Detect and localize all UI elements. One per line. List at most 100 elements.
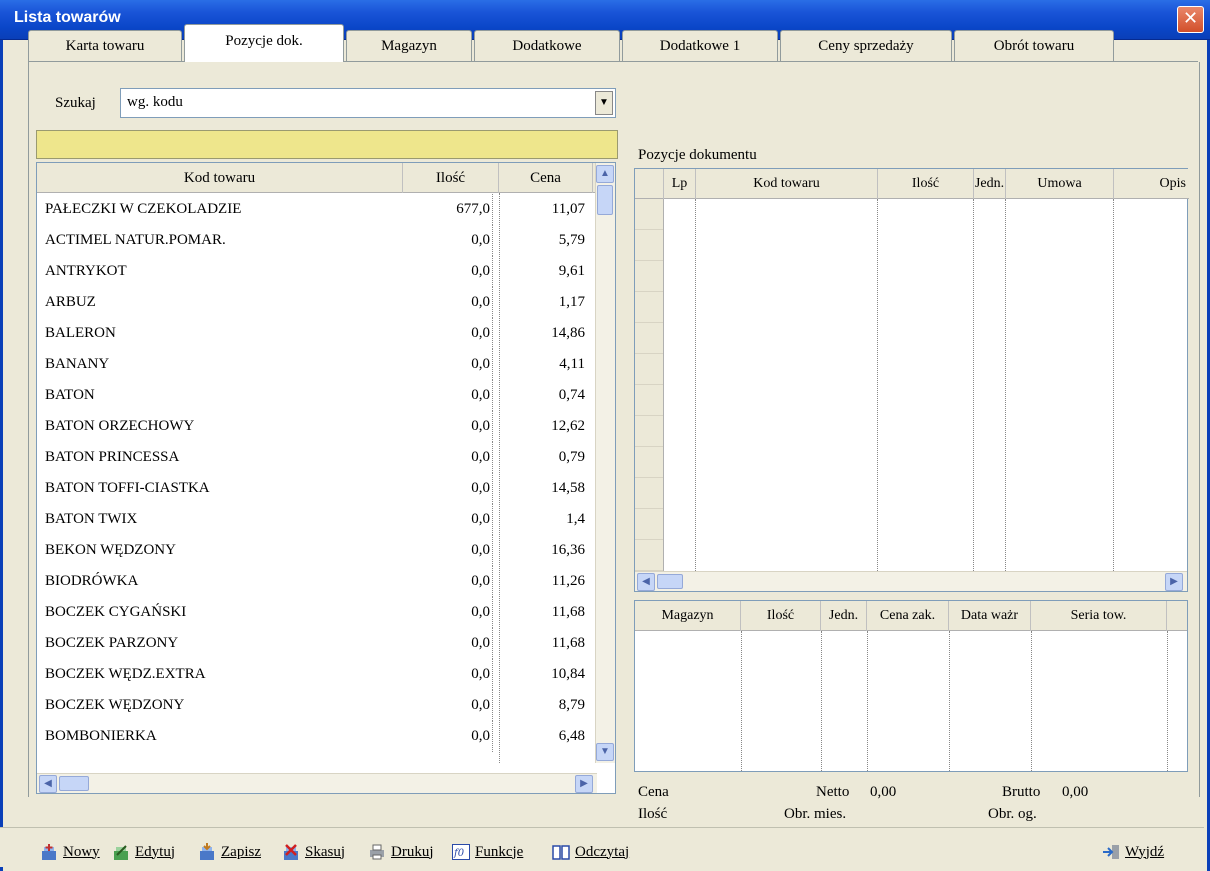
- header-data-waznosci[interactable]: Data ważr: [949, 601, 1031, 631]
- scroll-left-icon[interactable]: ◀: [39, 775, 57, 793]
- header-umowa[interactable]: Umowa: [1006, 169, 1114, 199]
- cell-cena: 6,48: [558, 728, 585, 744]
- table-row[interactable]: BALERON 0,0 14,86: [37, 318, 597, 349]
- header-lp[interactable]: Lp: [664, 169, 696, 199]
- bottom-toolbar: Nowy Edytuj Zapisz Skasuj Drukuj f0 Funk…: [0, 827, 1204, 867]
- scroll-up-icon[interactable]: ▲: [596, 165, 614, 183]
- cell-kod-towaru: BOCZEK CYGAŃSKI: [45, 604, 187, 620]
- header-ilosc[interactable]: Ilość: [878, 169, 974, 199]
- table-row[interactable]: ACTIMEL NATUR.POMAR. 0,0 5,79: [37, 225, 597, 256]
- table-row[interactable]: BIODRÓWKA 0,0 11,26: [37, 566, 597, 597]
- header-ilosc[interactable]: Ilość: [741, 601, 821, 631]
- delete-button[interactable]: Skasuj: [282, 840, 345, 864]
- search-mode-select[interactable]: wg. kodu ▼: [120, 88, 616, 118]
- read-button[interactable]: Odczytaj: [552, 840, 629, 864]
- tab-pozycje-dok[interactable]: Pozycje dok.: [184, 24, 344, 62]
- cell-cena: 11,07: [551, 201, 585, 217]
- table-row[interactable]: BOCZEK WĘDZONY 0,0 8,79: [37, 690, 597, 721]
- scroll-thumb[interactable]: [597, 185, 613, 215]
- cell-cena: 0,79: [558, 449, 585, 465]
- brutto-value: 0,00: [1062, 784, 1089, 800]
- chevron-down-icon[interactable]: ▼: [595, 91, 613, 115]
- table-row[interactable]: BATON TWIX 0,0 1,4: [37, 504, 597, 535]
- cell-ilosc: 0,0: [403, 597, 493, 628]
- cell-kod-towaru: ACTIMEL NATUR.POMAR.: [45, 232, 226, 248]
- cell-ilosc: 0,0: [403, 318, 493, 349]
- cena-label: Cena: [638, 784, 669, 800]
- header-magazyn[interactable]: Magazyn: [635, 601, 741, 631]
- edit-button[interactable]: Edytuj: [112, 840, 175, 864]
- svg-text:f0: f0: [453, 848, 465, 859]
- header-jedn[interactable]: Jedn.: [974, 169, 1006, 199]
- cell-cena: 11,68: [551, 604, 585, 620]
- search-mode-value: wg. kodu: [127, 94, 183, 110]
- delete-icon: [282, 843, 300, 861]
- header-kod-towaru[interactable]: Kod towaru: [37, 163, 403, 193]
- row-indicator-column: [635, 199, 664, 571]
- table-row[interactable]: BATON PRINCESSA 0,0 0,79: [37, 442, 597, 473]
- scroll-down-icon[interactable]: ▼: [596, 743, 614, 761]
- table-row[interactable]: PAŁECZKI W CZEKOLADZIE 677,0 11,07: [37, 194, 597, 225]
- table-row[interactable]: BOMBONIERKA 0,0 6,48: [37, 721, 597, 752]
- search-input[interactable]: [36, 130, 618, 159]
- save-button[interactable]: Zapisz: [198, 840, 261, 864]
- tab-magazyn[interactable]: Magazyn: [346, 30, 472, 62]
- tab-ceny-sprzedazy[interactable]: Ceny sprzedaży: [780, 30, 952, 62]
- header-seria-tow[interactable]: Seria tow.: [1031, 601, 1167, 631]
- cell-cena: 0,74: [558, 387, 585, 403]
- tab-dodatkowe[interactable]: Dodatkowe: [474, 30, 620, 62]
- hscroll-thumb[interactable]: [657, 574, 683, 589]
- header-indicator: [635, 169, 664, 199]
- cell-cena: 11,68: [551, 635, 585, 651]
- cell-cena: 14,58: [551, 480, 585, 496]
- positions-horizontal-scrollbar[interactable]: ◀ ▶: [635, 571, 1187, 591]
- tab-karta-towaru[interactable]: Karta towaru: [28, 30, 182, 62]
- header-opis[interactable]: Opis: [1114, 169, 1188, 199]
- exit-button[interactable]: Wyjdź: [1102, 840, 1164, 864]
- cell-kod-towaru: BEKON WĘDZONY: [45, 542, 176, 558]
- tab-obrot-towaru[interactable]: Obrót towaru: [954, 30, 1114, 62]
- table-row[interactable]: BATON 0,0 0,74: [37, 380, 597, 411]
- table-row[interactable]: ANTRYKOT 0,0 9,61: [37, 256, 597, 287]
- scroll-left-icon[interactable]: ◀: [637, 573, 655, 591]
- obr-mies-label: Obr. mies.: [784, 806, 847, 822]
- ilosc-label: Ilość: [638, 806, 668, 822]
- brutto-label: Brutto: [1002, 784, 1041, 800]
- header-cena[interactable]: Cena: [499, 163, 593, 193]
- scroll-right-icon[interactable]: ▶: [575, 775, 593, 793]
- products-vertical-scrollbar[interactable]: ▲ ▼: [595, 163, 615, 763]
- obr-og-label: Obr. og.: [988, 806, 1037, 822]
- products-horizontal-scrollbar[interactable]: ◀ ▶: [37, 773, 597, 793]
- table-row[interactable]: BOCZEK PARZONY 0,0 11,68: [37, 628, 597, 659]
- header-kod-towaru[interactable]: Kod towaru: [696, 169, 878, 199]
- edit-icon: [112, 843, 130, 861]
- stock-header: Magazyn Ilość Jedn. Cena zak. Data ważr …: [635, 601, 1187, 631]
- header-ilosc[interactable]: Ilość: [403, 163, 499, 193]
- table-row[interactable]: BATON TOFFI-CIASTKA 0,0 14,58: [37, 473, 597, 504]
- functions-button[interactable]: f0 Funkcje: [452, 840, 523, 864]
- document-positions-header: Lp Kod towaru Ilość Jedn. Umowa Opis: [635, 169, 1189, 199]
- cell-cena: 4,11: [559, 356, 585, 372]
- hscroll-thumb[interactable]: [59, 776, 89, 791]
- cell-cena: 10,84: [551, 666, 585, 682]
- table-row[interactable]: BOCZEK CYGAŃSKI 0,0 11,68: [37, 597, 597, 628]
- scroll-right-icon[interactable]: ▶: [1165, 573, 1183, 591]
- cell-kod-towaru: BIODRÓWKA: [45, 573, 139, 589]
- cell-kod-towaru: BATON ORZECHOWY: [45, 418, 195, 434]
- table-row[interactable]: ARBUZ 0,0 1,17: [37, 287, 597, 318]
- header-cena-zak[interactable]: Cena zak.: [867, 601, 949, 631]
- table-row[interactable]: BOCZEK WĘDZ.EXTRA 0,0 10,84: [37, 659, 597, 690]
- table-row[interactable]: BANANY 0,0 4,11: [37, 349, 597, 380]
- new-button[interactable]: Nowy: [40, 840, 100, 864]
- function-icon: f0: [452, 843, 470, 861]
- header-jedn[interactable]: Jedn.: [821, 601, 867, 631]
- cell-ilosc: 0,0: [403, 566, 493, 597]
- cell-cena: 1,4: [566, 511, 585, 527]
- cell-kod-towaru: BATON TOFFI-CIASTKA: [45, 480, 210, 496]
- print-button[interactable]: Drukuj: [368, 840, 434, 864]
- table-row[interactable]: BATON ORZECHOWY 0,0 12,62: [37, 411, 597, 442]
- cell-ilosc: 0,0: [403, 504, 493, 535]
- tab-dodatkowe-1[interactable]: Dodatkowe 1: [622, 30, 778, 62]
- search-label: Szukaj: [55, 95, 96, 111]
- table-row[interactable]: BEKON WĘDZONY 0,0 16,36: [37, 535, 597, 566]
